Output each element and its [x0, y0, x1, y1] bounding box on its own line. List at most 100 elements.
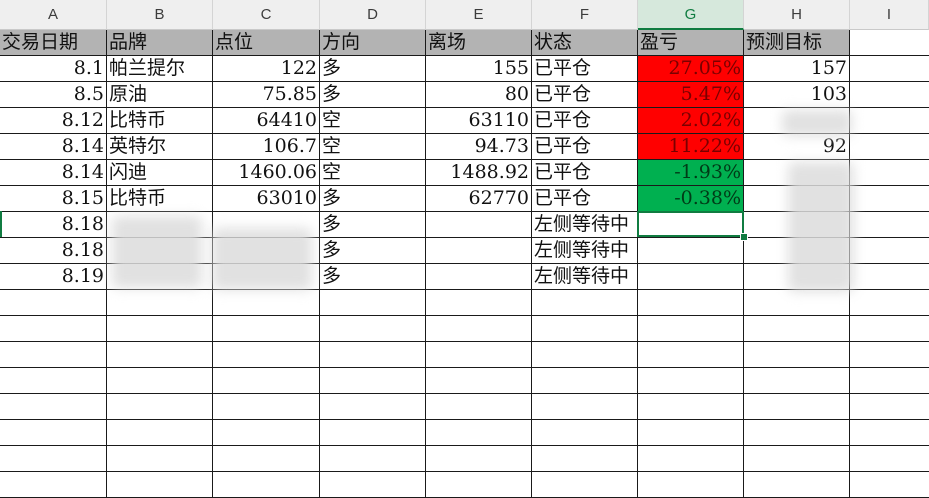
table-cell[interactable]	[107, 368, 213, 394]
table-cell[interactable]	[320, 316, 426, 342]
column-header-i[interactable]: I	[850, 0, 929, 30]
table-cell[interactable]	[850, 264, 929, 290]
header-cell-8[interactable]: 预测目标	[744, 30, 850, 56]
table-cell[interactable]	[532, 368, 638, 394]
table-cell[interactable]	[107, 394, 213, 420]
table-cell[interactable]	[213, 420, 320, 446]
header-cell-3[interactable]: 点位	[213, 30, 320, 56]
table-cell[interactable]	[213, 316, 320, 342]
table-cell[interactable]	[107, 472, 213, 498]
column-header-d[interactable]: D	[320, 0, 426, 30]
table-cell[interactable]	[532, 394, 638, 420]
table-cell[interactable]	[0, 394, 107, 420]
table-cell[interactable]: 8.14	[0, 160, 107, 186]
table-cell[interactable]	[850, 134, 929, 160]
table-cell[interactable]	[638, 446, 744, 472]
table-cell[interactable]: 多	[320, 186, 426, 212]
table-cell[interactable]	[850, 238, 929, 264]
table-cell[interactable]	[107, 446, 213, 472]
table-cell[interactable]	[426, 238, 532, 264]
header-cell-5[interactable]: 离场	[426, 30, 532, 56]
table-cell[interactable]	[107, 290, 213, 316]
column-header-h[interactable]: H	[744, 0, 850, 30]
table-cell[interactable]	[850, 108, 929, 134]
table-cell[interactable]	[744, 290, 850, 316]
table-cell[interactable]	[744, 342, 850, 368]
table-cell[interactable]	[107, 342, 213, 368]
table-cell[interactable]: 8.18	[0, 238, 107, 264]
table-cell[interactable]	[532, 446, 638, 472]
table-cell[interactable]: 空	[320, 160, 426, 186]
table-cell[interactable]	[744, 472, 850, 498]
table-cell[interactable]: 1460.06	[213, 160, 320, 186]
table-cell[interactable]	[0, 472, 107, 498]
table-cell[interactable]	[320, 290, 426, 316]
table-cell[interactable]: 空	[320, 108, 426, 134]
table-cell[interactable]	[426, 368, 532, 394]
table-cell[interactable]: 8.12	[0, 108, 107, 134]
column-header-a[interactable]: A	[0, 0, 107, 30]
table-cell[interactable]: 已平仓	[532, 186, 638, 212]
table-cell[interactable]	[638, 316, 744, 342]
table-cell[interactable]: 157	[744, 56, 850, 82]
table-cell[interactable]	[532, 316, 638, 342]
table-cell[interactable]	[744, 368, 850, 394]
table-cell[interactable]: 8.1	[0, 56, 107, 82]
table-cell[interactable]	[638, 368, 744, 394]
table-cell[interactable]: 27.05%	[638, 56, 744, 82]
table-cell[interactable]: 63110	[426, 108, 532, 134]
table-cell[interactable]	[213, 290, 320, 316]
table-cell[interactable]	[426, 342, 532, 368]
table-cell[interactable]: 80	[426, 82, 532, 108]
table-cell[interactable]: 左侧等待中	[532, 212, 638, 238]
table-cell[interactable]: 已平仓	[532, 108, 638, 134]
table-cell[interactable]: 多	[320, 82, 426, 108]
table-cell[interactable]: 8.19	[0, 264, 107, 290]
table-cell[interactable]: 5.47%	[638, 82, 744, 108]
table-cell[interactable]: 左侧等待中	[532, 264, 638, 290]
table-cell[interactable]: 94.73	[426, 134, 532, 160]
column-header-g[interactable]: G	[638, 0, 744, 30]
table-cell[interactable]	[426, 420, 532, 446]
header-cell-2[interactable]: 品牌	[107, 30, 213, 56]
column-header-c[interactable]: C	[213, 0, 320, 30]
table-cell[interactable]	[320, 394, 426, 420]
table-cell[interactable]	[426, 212, 532, 238]
table-cell[interactable]: 8.14	[0, 134, 107, 160]
table-cell[interactable]	[850, 290, 929, 316]
table-cell[interactable]	[638, 472, 744, 498]
table-cell[interactable]: 已平仓	[532, 160, 638, 186]
table-cell[interactable]	[532, 342, 638, 368]
table-cell[interactable]	[0, 446, 107, 472]
spreadsheet-grid[interactable]: A B C D E F G H I 交易日期 品牌 点位 方向 离场 状态 盈亏 预测目标 8.1 帕兰提尔 122 多…	[0, 0, 929, 498]
table-cell[interactable]	[426, 264, 532, 290]
table-cell[interactable]	[0, 368, 107, 394]
table-cell[interactable]	[850, 316, 929, 342]
table-cell[interactable]: 空	[320, 134, 426, 160]
table-cell[interactable]	[638, 290, 744, 316]
table-cell[interactable]: 75.85	[213, 82, 320, 108]
table-cell[interactable]: 英特尔	[107, 134, 213, 160]
table-cell[interactable]: 原油	[107, 82, 213, 108]
table-cell[interactable]: 1488.92	[426, 160, 532, 186]
table-cell[interactable]: 64410	[213, 108, 320, 134]
table-cell[interactable]: 比特币	[107, 186, 213, 212]
header-cell-6[interactable]: 状态	[532, 30, 638, 56]
table-cell[interactable]	[426, 316, 532, 342]
table-cell[interactable]	[426, 446, 532, 472]
table-cell[interactable]: 已平仓	[532, 56, 638, 82]
table-cell[interactable]: -1.93%	[638, 160, 744, 186]
table-cell[interactable]	[850, 342, 929, 368]
table-cell[interactable]	[850, 82, 929, 108]
table-cell[interactable]	[213, 394, 320, 420]
table-cell[interactable]: 8.18	[0, 212, 107, 238]
table-cell[interactable]	[0, 290, 107, 316]
table-cell[interactable]	[850, 186, 929, 212]
table-cell[interactable]: 比特币	[107, 108, 213, 134]
table-cell[interactable]: 2.02%	[638, 108, 744, 134]
table-cell[interactable]: 闪迪	[107, 160, 213, 186]
table-cell[interactable]	[532, 420, 638, 446]
table-cell[interactable]	[0, 316, 107, 342]
table-cell[interactable]	[320, 446, 426, 472]
header-cell-4[interactable]: 方向	[320, 30, 426, 56]
